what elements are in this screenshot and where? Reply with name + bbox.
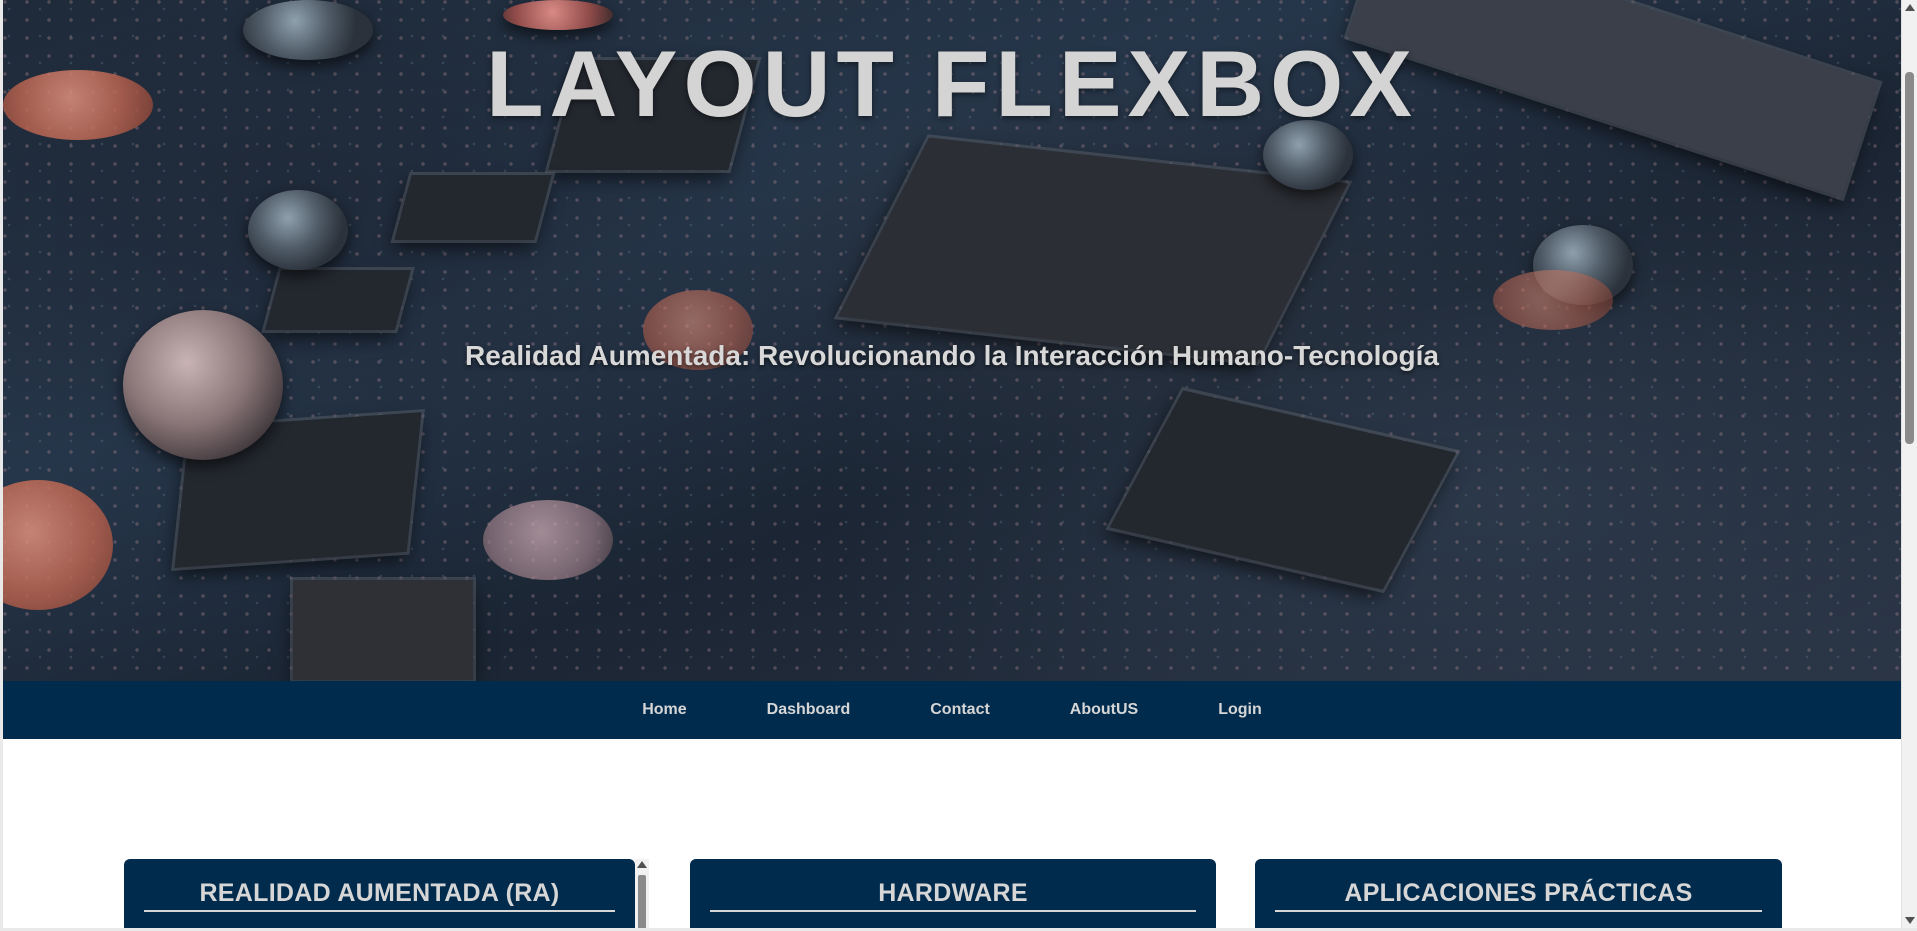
- nav-item-aboutus[interactable]: AboutUS: [1030, 681, 1178, 739]
- card-aplicaciones: APLICACIONES PRÁCTICAS: [1255, 859, 1782, 928]
- page-subtitle: Realidad Aumentada: Revolucionando la In…: [465, 340, 1439, 371]
- scroll-down-icon[interactable]: [1905, 917, 1915, 924]
- nav-item-dashboard[interactable]: Dashboard: [727, 681, 891, 739]
- scroll-up-icon[interactable]: [1905, 4, 1915, 11]
- solder-pad: [483, 500, 613, 580]
- card-title: HARDWARE: [710, 859, 1196, 912]
- card-scrollbar[interactable]: [635, 859, 649, 928]
- nav-item-contact[interactable]: Contact: [890, 681, 1030, 739]
- capacitor: [123, 310, 283, 460]
- circuit-chip: [394, 175, 552, 240]
- circuit-chip: [264, 270, 412, 330]
- card-title: APLICACIONES PRÁCTICAS: [1275, 859, 1762, 912]
- main-nav: Home Dashboard Contact AboutUS Login: [3, 681, 1901, 739]
- page: LAYOUT FLEXBOX Realidad Aumentada: Revol…: [3, 0, 1901, 928]
- capacitor: [248, 190, 348, 270]
- capacitor: [503, 0, 613, 30]
- solder-pad: [1493, 270, 1613, 330]
- scroll-up-icon[interactable]: [637, 861, 647, 868]
- nav-item-home[interactable]: Home: [602, 681, 726, 739]
- card-hardware: HARDWARE: [690, 859, 1216, 928]
- card-title: REALIDAD AUMENTADA (RA): [144, 859, 615, 912]
- page-scrollbar[interactable]: [1901, 0, 1917, 928]
- scroll-thumb[interactable]: [638, 875, 646, 928]
- hero-banner: LAYOUT FLEXBOX Realidad Aumentada: Revol…: [3, 0, 1901, 681]
- card-realidad-aumentada: REALIDAD AUMENTADA (RA): [124, 859, 635, 928]
- page-title: LAYOUT FLEXBOX: [486, 31, 1418, 136]
- scroll-thumb[interactable]: [1905, 72, 1914, 444]
- circuit-chip: [293, 580, 473, 680]
- nav-item-login[interactable]: Login: [1178, 681, 1302, 739]
